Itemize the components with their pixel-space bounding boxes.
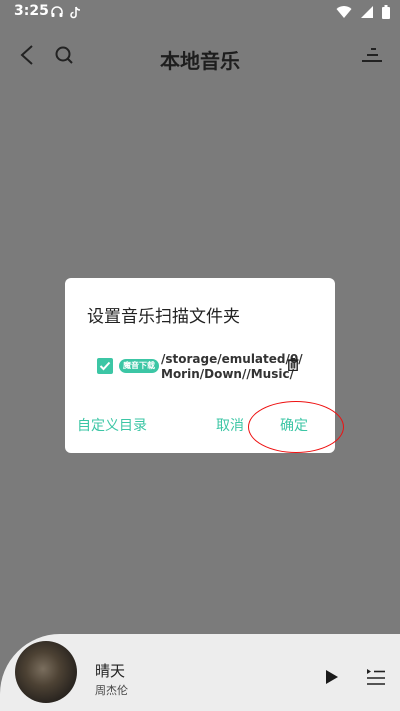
headphones-icon: [51, 6, 63, 17]
status-time: 3:25: [14, 3, 49, 19]
check-icon: [99, 361, 111, 371]
song-title: 晴天: [95, 662, 126, 680]
album-cover[interactable]: [15, 641, 77, 703]
play-icon[interactable]: [325, 669, 339, 685]
page-title: 本地音乐: [160, 49, 240, 73]
folder-path: /storage/emulated/0/ Morin/Down//Music/: [161, 352, 303, 382]
folder-checkbox[interactable]: [97, 358, 113, 374]
confirm-highlight-circle: [248, 401, 344, 453]
folder-item: 魔音下载 /storage/emulated/0/ Morin/Down//Mu…: [97, 351, 317, 391]
app-bar: 本地音乐: [0, 24, 400, 86]
dialog-title: 设置音乐扫描文件夹: [87, 307, 240, 327]
cancel-button[interactable]: 取消: [216, 415, 244, 435]
playlist-icon[interactable]: [366, 668, 386, 686]
scan-folder-dialog: 设置音乐扫描文件夹 魔音下载 /storage/emulated/0/ Mori…: [65, 278, 344, 453]
wifi-icon: [336, 6, 352, 19]
sort-button[interactable]: [357, 40, 387, 70]
delete-icon[interactable]: [287, 358, 299, 371]
folder-path-line2: Morin/Down//Music/: [161, 367, 294, 381]
status-bar: 3:25: [0, 0, 400, 24]
tiktok-icon: [70, 6, 81, 19]
battery-icon: [382, 5, 390, 19]
custom-directory-button[interactable]: 自定义目录: [77, 415, 147, 435]
sort-icon: [362, 48, 382, 62]
artist-name: 周杰伦: [95, 684, 128, 697]
folder-path-line1: /storage/emulated/0/: [161, 352, 303, 366]
signal-icon: [361, 6, 373, 18]
folder-source-tag: 魔音下载: [119, 359, 159, 373]
